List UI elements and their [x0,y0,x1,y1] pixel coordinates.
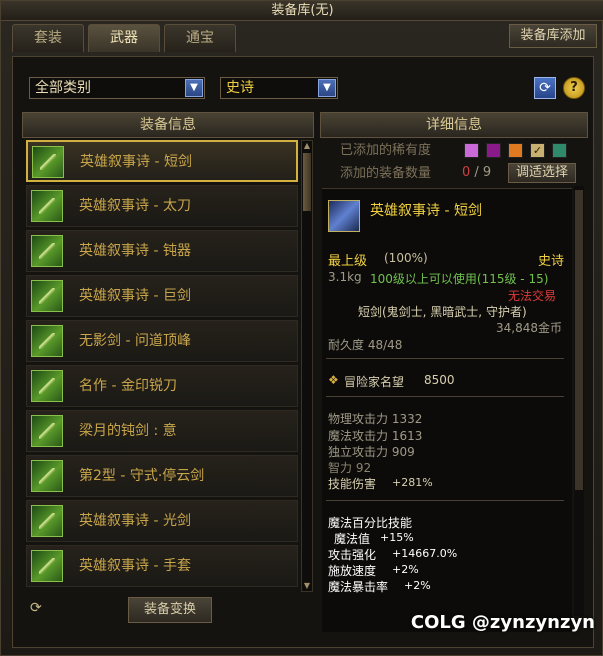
stat-magic-attack: 魔法攻击力 1613 [328,429,423,443]
sword-icon [31,460,63,492]
scroll-down-icon[interactable]: ▼ [302,581,312,591]
divider [326,500,564,501]
category-select[interactable]: 全部类别 ▼ [29,77,205,99]
list-item-label: 名作 - 金印锐刀 [79,378,177,394]
watermark: COLG @zynzynzyn [410,612,595,633]
fame-label: 冒险家名望 [344,375,405,389]
category-select-value: 全部类别 [35,80,91,96]
tab-treasure[interactable]: 通宝 [164,24,236,52]
tab-weapon[interactable]: 武器 [88,24,160,52]
rarity-swatch-mythic[interactable] [552,143,567,158]
sword-icon [31,415,63,447]
list-item[interactable]: 英雄叙事诗 - 太刀 [26,185,298,227]
rarity-swatch-rare[interactable] [464,143,479,158]
divider [326,358,564,359]
item-level-requirement: 100级以上可以使用(115级 - 15) [370,272,549,286]
list-item-label: 英雄叙事诗 - 光剑 [79,513,191,529]
chevron-down-icon: ▼ [185,79,203,97]
sword-icon [31,280,63,312]
chevron-down-icon: ▼ [318,79,336,97]
sword-icon [31,370,63,402]
added-count: 0 / 9 [462,165,491,180]
fame-value: 8500 [424,373,455,387]
gauntlet-icon [31,550,63,582]
list-item-label: 梁月的钝剑 : 意 [79,423,177,439]
item-grade-percent: (100%) [384,251,428,265]
item-classes: 短剑(鬼剑士, 黑暗武士, 守护者) [358,305,527,319]
scroll-up-icon[interactable]: ▲ [302,141,312,151]
list-item-label: 英雄叙事诗 - 巨剑 [79,288,191,304]
equipment-info-header: 装备信息 [22,112,314,138]
sword-icon [31,235,63,267]
item-weight: 3.1kg [328,270,362,284]
item-price: 34,848金币 [496,321,562,335]
list-item[interactable]: 英雄叙事诗 - 光剑 [26,500,298,542]
window-title: 装备库(无) [1,1,603,21]
equipment-transform-button[interactable]: 装备变换 [128,597,212,623]
cast-speed-value: +2% [392,563,419,576]
sword-icon [31,190,63,222]
scroll-thumb[interactable] [575,190,583,490]
sword-icon [31,505,63,537]
tab-bar: 套装 武器 通宝 [12,24,236,52]
list-item-label: 英雄叙事诗 - 手套 [79,558,191,574]
help-icon[interactable]: ? [563,77,585,99]
list-item[interactable]: 梁月的钝剑 : 意 [26,410,298,452]
stat-independent-attack: 独立攻击力 909 [328,445,415,459]
list-item-label: 第2型 - 守式·停云剑 [79,468,205,484]
sword-icon [32,146,64,178]
list-item[interactable]: 无影剑 - 问道顶峰 [26,320,298,362]
rarity-swatch-legendary[interactable] [508,143,523,158]
cast-speed-label: 施放速度 [328,564,377,578]
list-item-label: 英雄叙事诗 - 太刀 [79,198,191,214]
item-name: 英雄叙事诗 - 短剑 [370,203,482,219]
rarity-select-value: 史诗 [226,80,254,96]
list-item-label: 英雄叙事诗 - 钝器 [79,243,191,259]
adjust-selection-button[interactable]: 调适选择 [508,163,576,183]
list-item[interactable]: 英雄叙事诗 - 短剑 [26,140,298,182]
item-grade: 最上级 [328,254,368,269]
list-item-label: 无影剑 - 问道顶峰 [79,333,191,349]
list-item[interactable]: 名作 - 金印锐刀 [26,365,298,407]
item-rarity: 史诗 [538,254,565,269]
stat-intelligence: 智力 92 [328,461,372,475]
special-magic-value: +15% [380,531,414,544]
scroll-thumb[interactable] [303,153,311,211]
add-to-library-button[interactable]: 装备库添加 [509,24,597,48]
magic-crit-value: +2% [404,579,431,592]
item-durability: 耐久度 48/48 [328,338,403,352]
list-item[interactable]: 英雄叙事诗 - 巨剑 [26,275,298,317]
special-magic-label: 魔法值 [334,532,371,546]
item-trade-status: 无法交易 [508,289,557,303]
rarity-select[interactable]: 史诗 ▼ [220,77,338,99]
added-count-label: 添加的装备数量 [340,166,432,181]
sword-icon [31,325,63,357]
rarity-swatch-unique[interactable] [486,143,501,158]
stat-physical-attack: 物理攻击力 1332 [328,412,423,426]
skill-damage-label: 技能伤害 [328,477,377,491]
magic-crit-label: 魔法暴击率 [328,580,389,594]
skill-damage-value: +281% [392,476,433,489]
added-count-total: / 9 [474,165,492,180]
special-title: 魔法百分比技能 [328,516,413,530]
list-item[interactable]: 英雄叙事诗 - 手套 [26,545,298,587]
attack-boost-value: +14667.0% [392,547,458,560]
detail-info-header: 详细信息 [320,112,588,138]
refresh-icon[interactable]: ⟳ [534,77,556,99]
detail-scrollbar[interactable] [574,186,584,616]
fame-icon: ❖ [328,373,339,387]
refresh-icon[interactable]: ⟳ [30,600,42,616]
list-item[interactable]: 英雄叙事诗 - 钝器 [26,230,298,272]
added-count-value: 0 [462,165,471,180]
rarity-swatch-epic-checked[interactable]: ✓ [530,143,545,158]
added-rarity-label: 已添加的稀有度 [340,143,432,158]
list-item[interactable]: 第2型 - 守式·停云剑 [26,455,298,497]
divider [326,396,564,397]
attack-boost-label: 攻击强化 [328,548,377,562]
list-item-label: 英雄叙事诗 - 短剑 [80,154,192,170]
sword-icon [328,200,360,232]
list-scrollbar[interactable]: ▲ ▼ [301,140,313,592]
tab-set[interactable]: 套装 [12,24,84,52]
